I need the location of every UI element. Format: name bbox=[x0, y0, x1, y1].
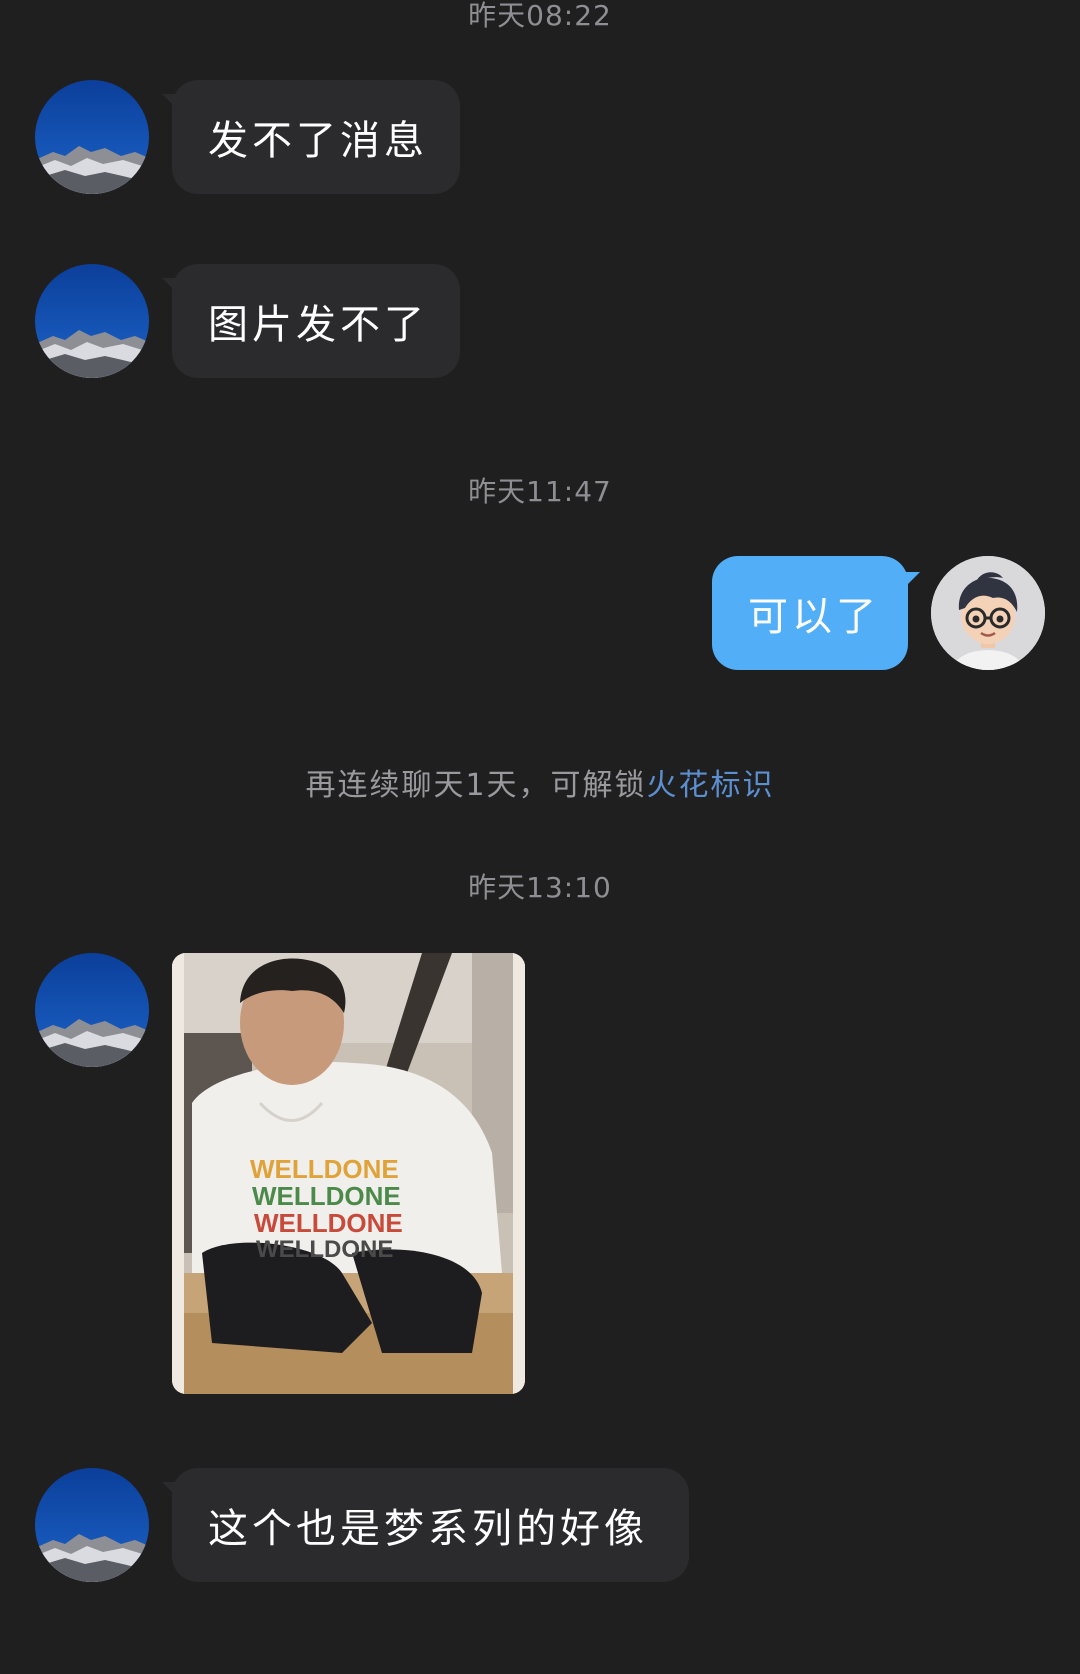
shirt-text: WELLDONE bbox=[256, 1236, 393, 1263]
shirt-text: WELLDONE bbox=[250, 1154, 399, 1184]
bubble-tail bbox=[162, 278, 176, 292]
streak-notice: 再连续聊天1天，可解锁火花标识 bbox=[0, 760, 1080, 804]
bubble-tail bbox=[902, 572, 920, 590]
mountain-sky-avatar-icon bbox=[35, 80, 149, 194]
shirt-text: WELLDONE bbox=[254, 1208, 403, 1238]
message-text: 发不了消息 bbox=[208, 118, 428, 164]
timestamp: 昨天13:10 bbox=[468, 871, 612, 904]
message-bubble[interactable]: 发不了消息 bbox=[162, 80, 460, 194]
message-text: 可以了 bbox=[748, 594, 880, 640]
contact-avatar[interactable] bbox=[35, 953, 149, 1067]
image-message[interactable]: WELLDONE WELLDONE WELLDONE WELLDONE bbox=[172, 953, 525, 1394]
message-bubble[interactable]: 可以了 bbox=[712, 556, 920, 670]
timestamp: 昨天08:22 bbox=[468, 0, 612, 32]
message-bubble[interactable]: 图片发不了 bbox=[162, 264, 460, 378]
mountain-sky-avatar-icon bbox=[35, 264, 149, 378]
bubble-tail bbox=[162, 1482, 176, 1496]
contact-avatar[interactable] bbox=[35, 80, 149, 194]
contact-avatar[interactable] bbox=[35, 264, 149, 378]
shirt-text: WELLDONE bbox=[252, 1181, 401, 1211]
timestamp: 昨天11:47 bbox=[468, 475, 612, 508]
photo-person-in-sweatshirt: WELLDONE WELLDONE WELLDONE WELLDONE bbox=[172, 953, 525, 1394]
mountain-sky-avatar-icon bbox=[35, 953, 149, 1067]
message-bubble[interactable]: 这个也是梦系列的好像 bbox=[162, 1468, 689, 1582]
notice-text: 再连续聊天1天，可解锁 bbox=[305, 768, 647, 803]
contact-avatar[interactable] bbox=[35, 1468, 149, 1582]
bubble-tail bbox=[162, 94, 176, 108]
mountain-sky-avatar-icon bbox=[35, 1468, 149, 1582]
self-avatar[interactable] bbox=[931, 556, 1045, 670]
message-text: 这个也是梦系列的好像 bbox=[208, 1506, 648, 1552]
spark-badge-link[interactable]: 火花标识 bbox=[647, 768, 775, 803]
message-text: 图片发不了 bbox=[208, 302, 428, 348]
cartoon-boy-glasses-avatar-icon bbox=[931, 556, 1045, 670]
